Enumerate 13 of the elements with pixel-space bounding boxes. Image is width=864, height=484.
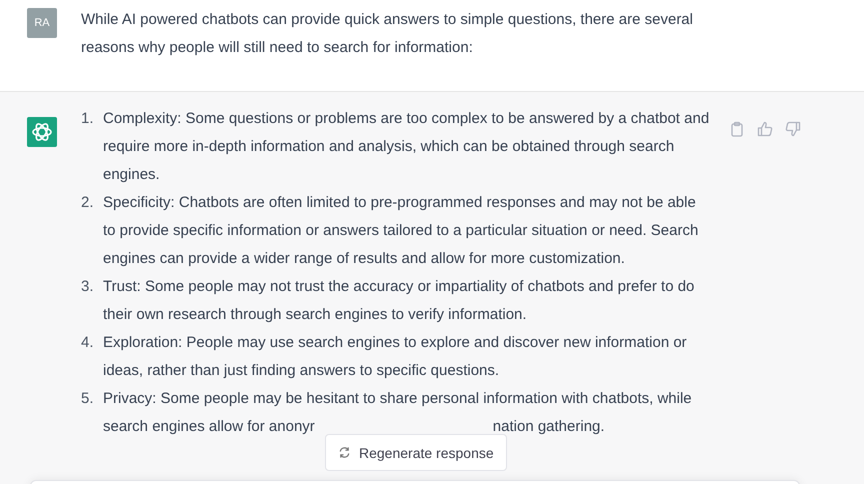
regenerate-button[interactable]: Regenerate response bbox=[325, 434, 507, 471]
list-item-text: Complexity: Some questions or problems are too complex to be answered by a chatbot and require more in-depth information and analysis, which can be obtained through search engines. bbox=[103, 109, 710, 185]
user-message: While AI powered chatbots can provide quick answers to simple questions, there are several reasons why people will still need to search for information: bbox=[81, 10, 694, 58]
list-item-text: Specificity: Chatbots are often limited to pre-programmed responses and may not be able to provide specific information or answers tailored to a particular situation or need. Search engines can provide a wider range of results and allow for more customization. bbox=[103, 193, 700, 269]
list-number: 3. bbox=[81, 277, 95, 297]
list-item-text: Trust: Some people may not trust the accuracy or impartiality of chatbots and prefer to do their own research through search engines to verify information. bbox=[103, 277, 696, 325]
list-number: 5. bbox=[81, 389, 95, 409]
list-number: 2. bbox=[81, 193, 95, 213]
list-number: 1. bbox=[81, 109, 95, 129]
list-item-text: Privacy: Some people may be hesitant to share personal information with chatbots, while search engines allow for anonyr nation gathering. bbox=[103, 389, 693, 437]
list-item-text: Exploration: People may use search engines to explore and discover new information or ideas, rather than just finding answers to specific questions. bbox=[103, 333, 688, 381]
list-number: 4. bbox=[81, 333, 95, 353]
user-avatar: RA bbox=[27, 8, 57, 38]
